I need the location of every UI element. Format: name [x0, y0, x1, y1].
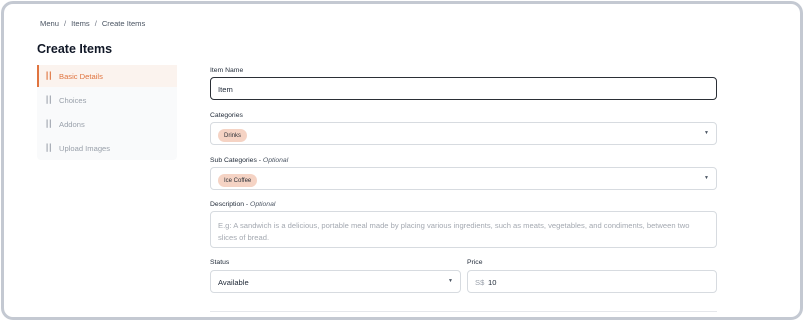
page-title: Create Items: [37, 42, 113, 56]
sidebar: ┃┃ Basic Details ┃┃ Choices ┃┃ Addons ┃┃…: [37, 65, 177, 160]
description-dash: -: [245, 201, 249, 208]
divider: [210, 311, 717, 312]
categories-label: Categories: [210, 112, 243, 119]
description-label: Description - Optional: [210, 201, 275, 208]
sidebar-item-basic-details[interactable]: ┃┃ Basic Details: [37, 65, 177, 87]
breadcrumb-items[interactable]: Items: [71, 19, 90, 28]
breadcrumb: Menu / Items / Create Items: [40, 19, 145, 28]
breadcrumb-create-items: Create Items: [101, 19, 146, 28]
sub-categories-select[interactable]: Ice Coffee ▼: [210, 167, 717, 190]
status-select[interactable]: Available ▼: [210, 270, 461, 293]
utensils-icon: ┃┃: [45, 73, 52, 80]
utensils-icon: ┃┃: [45, 145, 52, 152]
app-frame: Menu / Items / Create Items Create Items…: [1, 1, 803, 320]
sub-category-chip-ice-coffee[interactable]: Ice Coffee: [218, 174, 258, 187]
sub-categories-label: Sub Categories - Optional: [210, 157, 288, 164]
sidebar-item-label: Addons: [59, 119, 85, 129]
chevron-down-icon[interactable]: ▼: [704, 130, 709, 136]
item-name-field[interactable]: Item: [210, 77, 717, 100]
utensils-icon: ┃┃: [45, 121, 52, 128]
sidebar-item-label: Choices: [59, 95, 87, 105]
chevron-down-icon[interactable]: ▼: [448, 278, 453, 284]
item-name-label: Item Name: [210, 67, 244, 74]
description-optional: Optional: [250, 201, 276, 208]
price-value: 10: [488, 278, 497, 287]
description-placeholder: E.g: A sandwich is a delicious, portable…: [218, 221, 690, 242]
chevron-down-icon[interactable]: ▼: [704, 175, 709, 181]
description-textarea[interactable]: E.g: A sandwich is a delicious, portable…: [210, 211, 717, 248]
sidebar-item-label: Basic Details: [59, 71, 103, 81]
status-value: Available: [218, 278, 249, 287]
description-label-text: Description: [210, 201, 244, 208]
sidebar-item-upload-images[interactable]: ┃┃ Upload Images: [37, 137, 177, 159]
sub-categories-label-text: Sub Categories: [210, 157, 257, 164]
sub-categories-optional: Optional: [262, 157, 289, 164]
breadcrumb-separator: /: [64, 19, 67, 28]
price-label: Price: [467, 259, 483, 266]
sidebar-item-label: Upload Images: [59, 143, 111, 153]
currency-prefix: S$: [475, 278, 485, 287]
category-chip-drinks[interactable]: Drinks: [218, 129, 248, 142]
status-label: Status: [210, 259, 230, 266]
sidebar-item-choices[interactable]: ┃┃ Choices: [37, 89, 177, 111]
sidebar-item-addons[interactable]: ┃┃ Addons: [37, 113, 177, 135]
breadcrumb-separator: /: [94, 19, 97, 28]
utensils-icon: ┃┃: [45, 97, 52, 104]
categories-select[interactable]: Drinks ▼: [210, 122, 717, 145]
item-name-value: Item: [218, 85, 233, 94]
breadcrumb-menu[interactable]: Menu: [40, 19, 59, 28]
price-field[interactable]: S$ 10: [467, 270, 717, 293]
sub-categories-dash: -: [258, 157, 262, 164]
